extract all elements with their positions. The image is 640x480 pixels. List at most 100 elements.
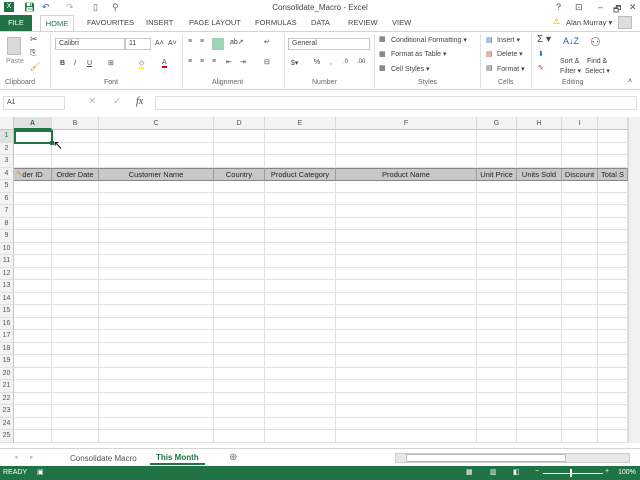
table-header-cell[interactable]: Units Sold [517, 167, 562, 181]
fill-color-icon[interactable]: ◇ [139, 59, 145, 69]
row-header[interactable]: 12 [0, 267, 14, 280]
decrease-decimal-icon[interactable]: .00 [357, 59, 365, 65]
tab-view[interactable]: VIEW [392, 18, 411, 27]
column-header[interactable]: D [214, 117, 265, 130]
enter-icon[interactable]: ✓ [113, 96, 121, 107]
zoom-level[interactable]: 100% [618, 469, 636, 476]
percent-button[interactable]: % [314, 59, 320, 66]
scroll-thumb[interactable] [406, 454, 566, 462]
italic-button[interactable]: I [74, 60, 76, 67]
font-name-select[interactable]: Calibri [55, 38, 125, 50]
font-color-icon[interactable]: A [162, 59, 167, 68]
column-header[interactable]: H [517, 117, 562, 130]
collapse-ribbon-icon[interactable]: ˄ [628, 78, 632, 85]
column-header[interactable]: G [477, 117, 517, 130]
cell-styles-button[interactable]: Cell Styles ▾ [391, 65, 430, 73]
align-left-icon[interactable]: ≡ [188, 58, 192, 65]
accounting-format-icon[interactable]: $▾ [291, 59, 298, 67]
tab-file[interactable]: FILE [0, 15, 32, 31]
increase-font-icon[interactable]: A˄ [155, 40, 164, 47]
insert-function-button[interactable]: fx [136, 96, 143, 107]
sheet-tab-this-month[interactable]: This Month [150, 449, 205, 465]
find-select-button[interactable]: Select ▾ [585, 67, 610, 75]
prev-sheet-icon[interactable]: ◂ [14, 453, 18, 461]
middle-align-icon[interactable]: ≡ [200, 38, 204, 45]
conditional-formatting-button[interactable]: Conditional Formatting ▾ [391, 36, 467, 44]
format-as-table-button[interactable]: Format as Table ▾ [391, 50, 447, 58]
new-sheet-icon[interactable]: ⊕ [229, 452, 237, 463]
table-header-cell[interactable]: Discount [562, 167, 598, 181]
delete-button[interactable]: Delete ▾ [497, 50, 523, 58]
macro-record-icon[interactable]: ▣ [37, 468, 44, 476]
column-header[interactable] [598, 117, 628, 130]
row-header[interactable]: 20 [0, 367, 14, 380]
help-button[interactable]: ? [556, 2, 561, 12]
column-header[interactable]: F [336, 117, 477, 130]
tab-insert[interactable]: INSERT [146, 18, 173, 27]
increase-decimal-icon[interactable]: .0 [343, 59, 348, 65]
row-header[interactable]: 15 [0, 305, 14, 318]
underline-button[interactable]: U [87, 60, 92, 67]
row-header[interactable]: 21 [0, 380, 14, 393]
zoom-slider[interactable] [543, 473, 603, 474]
table-header-cell[interactable]: Country [214, 167, 265, 181]
row-header[interactable]: 7 [0, 205, 14, 218]
column-header[interactable]: I [562, 117, 598, 130]
row-header[interactable]: 11 [0, 255, 14, 268]
paste-options-icon[interactable]: ✎ [16, 170, 22, 178]
column-header[interactable]: B [52, 117, 99, 130]
sort-filter-button[interactable]: Filter ▾ [560, 67, 581, 75]
column-header[interactable]: A [14, 117, 52, 130]
page-layout-view-icon[interactable]: ▥ [490, 468, 497, 476]
horizontal-scrollbar[interactable] [395, 453, 630, 463]
decrease-indent-icon[interactable]: ⇤ [226, 58, 232, 66]
table-header-cell[interactable]: Customer Name [99, 167, 214, 181]
row-header[interactable]: 14 [0, 292, 14, 305]
sheet-tab-consolidate-macro[interactable]: Consolidate Macro [70, 454, 137, 463]
minimize-button[interactable]: – [598, 2, 603, 12]
table-header-cell[interactable]: Product Name [336, 167, 477, 181]
row-header[interactable]: 1 [0, 130, 14, 143]
row-header[interactable]: 6 [0, 192, 14, 205]
avatar[interactable] [618, 16, 632, 29]
number-format-select[interactable]: General [288, 38, 370, 50]
format-painter-icon[interactable]: 🖌︎ [30, 62, 40, 71]
row-header[interactable]: 24 [0, 417, 14, 430]
name-box[interactable]: A1 [3, 96, 65, 110]
table-header-cell[interactable]: Unit Price [477, 167, 517, 181]
paste-icon[interactable] [7, 37, 21, 55]
borders-icon[interactable]: ⊞ [108, 59, 114, 67]
row-header[interactable]: 17 [0, 330, 14, 343]
paste-button[interactable]: Paste [6, 58, 24, 65]
comma-button[interactable]: , [330, 59, 332, 66]
cancel-icon[interactable]: ✕ [88, 96, 96, 107]
table-header-cell[interactable]: Total S [598, 167, 628, 181]
table-header-cell[interactable]: Product Category [265, 167, 336, 181]
row-header[interactable]: 25 [0, 430, 14, 443]
row-header[interactable]: 23 [0, 405, 14, 418]
center-icon[interactable]: ≡ [200, 58, 204, 65]
clear-icon[interactable]: ✎ [538, 64, 544, 72]
row-header[interactable]: 18 [0, 342, 14, 355]
orientation-icon[interactable]: ab↗ [230, 38, 244, 46]
tab-favourites[interactable]: FAVOURITES [87, 18, 134, 27]
zoom-in-icon[interactable]: + [605, 468, 609, 475]
row-header[interactable]: 13 [0, 280, 14, 293]
decrease-font-icon[interactable]: A˅ [168, 40, 177, 47]
tab-home[interactable]: HOME [40, 15, 74, 31]
row-header[interactable]: 19 [0, 355, 14, 368]
insert-button[interactable]: Insert ▾ [497, 36, 520, 44]
ribbon-display-options-icon[interactable]: ⊡ [575, 2, 583, 13]
row-header[interactable]: 10 [0, 242, 14, 255]
row-header[interactable]: 9 [0, 230, 14, 243]
table-header-cell[interactable]: Order Date [52, 167, 99, 181]
select-all-corner[interactable] [0, 117, 14, 130]
wrap-text-icon[interactable]: ↵ [264, 38, 270, 46]
align-right-icon[interactable]: ≡ [212, 58, 216, 65]
top-align-icon[interactable]: ≡ [188, 38, 192, 45]
column-header[interactable]: C [99, 117, 214, 130]
bottom-align-icon[interactable] [212, 38, 224, 50]
row-header[interactable]: 3 [0, 155, 14, 168]
zoom-slider-thumb[interactable] [570, 469, 572, 477]
user-name[interactable]: Alan Murray ▾ [566, 18, 612, 27]
